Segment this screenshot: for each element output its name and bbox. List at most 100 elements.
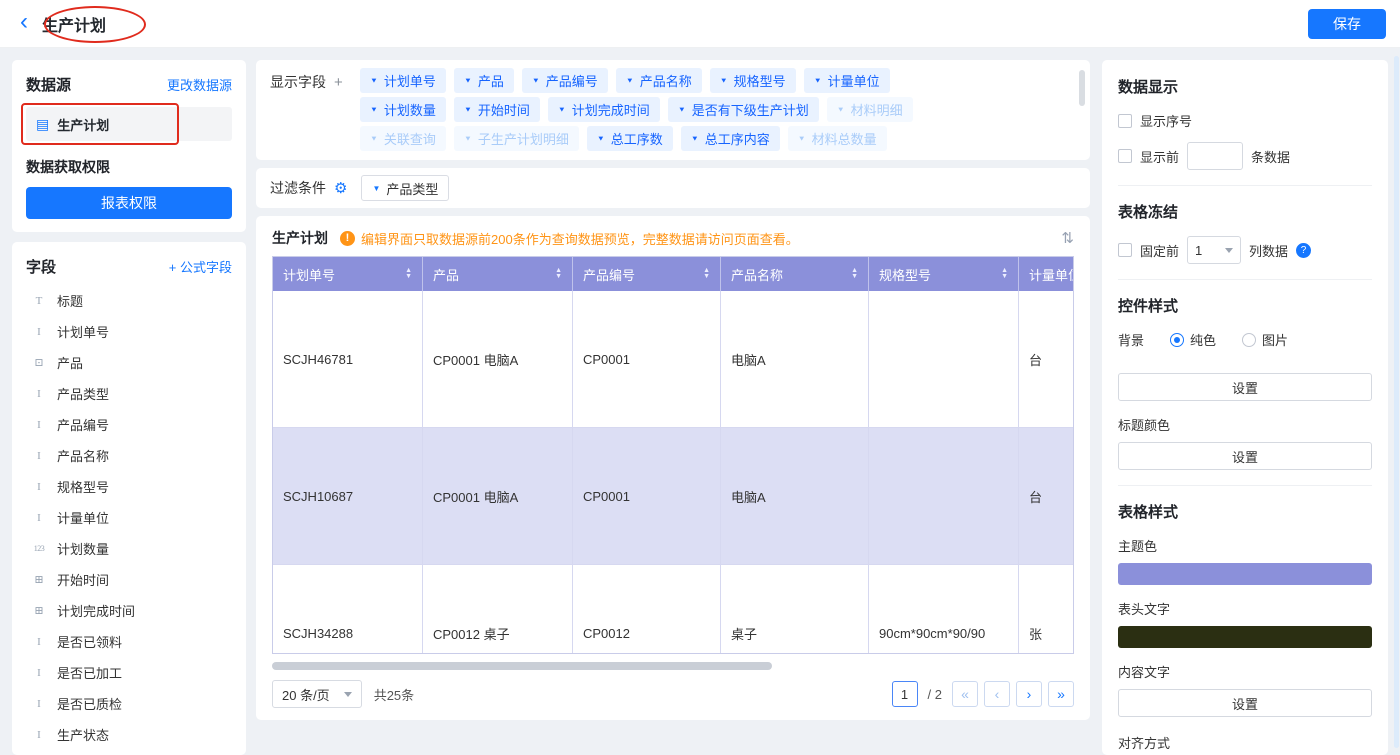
field-item-processed[interactable]: I是否已加工 [26, 657, 232, 688]
current-page-input[interactable]: 1 [892, 681, 918, 707]
filter-settings-gear-icon[interactable]: ⚙ [334, 179, 347, 197]
chip-product[interactable]: ▼产品 [454, 68, 514, 93]
image-radio[interactable] [1242, 333, 1256, 347]
next-page-button[interactable]: › [1016, 681, 1042, 707]
chevron-down-icon: ▼ [464, 77, 472, 85]
chip-label: 规格型号 [734, 71, 786, 90]
column-sort-icon: ▲▼ [405, 268, 412, 280]
divider [1118, 279, 1372, 280]
divider [1118, 485, 1372, 486]
freeze-columns-checkbox[interactable] [1118, 243, 1132, 257]
field-item-unit[interactable]: I计量单位 [26, 502, 232, 533]
field-type-icon: I [30, 481, 48, 493]
table-cell: 桌子 [721, 565, 869, 654]
header-text-color-swatch[interactable] [1118, 626, 1372, 648]
chip-has-sub-plan[interactable]: ▼是否有下级生产计划 [668, 97, 819, 122]
field-item-material-taken[interactable]: I是否已领料 [26, 626, 232, 657]
datasource-item[interactable]: ▤ 生产计划 [26, 107, 232, 141]
save-button[interactable]: 保存 [1308, 9, 1386, 39]
row-limit-input[interactable] [1187, 142, 1243, 170]
field-item-product-name[interactable]: I产品名称 [26, 440, 232, 471]
field-item-plan-qty[interactable]: 123计划数量 [26, 533, 232, 564]
chip-label: 计划数量 [384, 100, 436, 119]
add-formula-field-link[interactable]: + 公式字段 [169, 257, 232, 276]
show-index-checkbox[interactable] [1118, 114, 1132, 128]
chip-material-total[interactable]: ▼材料总数量 [788, 126, 887, 151]
table-header-row: 计划单号▲▼ 产品▲▼ 产品编号▲▼ 产品名称▲▼ 规格型号▲▼ 计量单位 [273, 257, 1073, 291]
solid-color-radio[interactable] [1170, 333, 1184, 347]
column-header-product-no[interactable]: 产品编号▲▼ [573, 257, 721, 291]
chip-product-name[interactable]: ▼产品名称 [616, 68, 702, 93]
chip-plan-no[interactable]: ▼计划单号 [360, 68, 446, 93]
table-cell: 台 [1019, 428, 1074, 565]
field-type-icon: I [30, 419, 48, 431]
content-text-set-button[interactable]: 设置 [1118, 689, 1372, 717]
field-label: 是否已加工 [57, 663, 122, 682]
field-label: 规格型号 [57, 477, 109, 496]
datasource-title: 数据源 [26, 74, 71, 95]
table-cell [869, 428, 1019, 565]
change-datasource-link[interactable]: 更改数据源 [167, 75, 232, 94]
add-display-field-button[interactable]: + [334, 74, 343, 91]
chip-spec[interactable]: ▼ 规格型号 [710, 68, 796, 93]
column-header-spec[interactable]: 规格型号▲▼ [869, 257, 1019, 291]
table-cell [869, 291, 1019, 428]
field-type-icon: I [30, 388, 48, 400]
chip-step-content[interactable]: ▼总工序内容 [681, 126, 780, 151]
field-item-start-time[interactable]: ⊞开始时间 [26, 564, 232, 595]
field-item-spec[interactable]: I 规格型号 [26, 471, 232, 502]
chevron-down-icon: ▼ [720, 77, 728, 85]
help-icon[interactable]: ? [1296, 243, 1311, 258]
field-item-plan-no[interactable]: I计划单号 [26, 316, 232, 347]
show-first-checkbox[interactable] [1118, 149, 1132, 163]
table-cell: 张 [1019, 565, 1074, 654]
chip-material-detail[interactable]: ▼材料明细 [827, 97, 913, 122]
chip-plan-qty[interactable]: ▼计划数量 [360, 97, 446, 122]
background-set-button[interactable]: 设置 [1118, 373, 1372, 401]
chips-scrollbar[interactable] [1079, 70, 1085, 106]
freeze-count-select[interactable]: 1 [1187, 236, 1241, 264]
field-item-finish-time[interactable]: ⊞计划完成时间 [26, 595, 232, 626]
column-header-unit[interactable]: 计量单位 [1019, 257, 1074, 291]
show-index-label: 显示序号 [1140, 111, 1192, 130]
page-scrollbar[interactable] [1394, 56, 1399, 748]
back-icon[interactable]: ‹ [20, 10, 28, 34]
report-permission-button[interactable]: 报表权限 [26, 187, 232, 219]
theme-color-swatch[interactable] [1118, 563, 1372, 585]
field-item-prod-status[interactable]: I生产状态 [26, 719, 232, 750]
title-color-set-button[interactable]: 设置 [1118, 442, 1372, 470]
field-item-product[interactable]: ⊡产品 [26, 347, 232, 378]
field-item-product-no[interactable]: I产品编号 [26, 409, 232, 440]
chip-finish-time[interactable]: ▼计划完成时间 [548, 97, 660, 122]
chip-unit[interactable]: ▼计量单位 [804, 68, 890, 93]
table-horizontal-scrollbar[interactable] [272, 662, 772, 670]
page-size-select[interactable]: 20 条/页 [272, 680, 362, 708]
chip-related-query[interactable]: ▼关联查询 [360, 126, 446, 151]
filter-chip-product-type[interactable]: ▼ 产品类型 [361, 175, 449, 201]
first-page-button[interactable]: « [952, 681, 978, 707]
field-label: 产品类型 [57, 384, 109, 403]
total-count: 共25条 [374, 685, 414, 704]
prev-page-button[interactable]: ‹ [984, 681, 1010, 707]
chip-sub-plan-detail[interactable]: ▼子生产计划明细 [454, 126, 579, 151]
field-item-product-type[interactable]: I 产品类型 [26, 378, 232, 409]
column-header-plan-no[interactable]: 计划单号▲▼ [273, 257, 423, 291]
chevron-down-icon [344, 692, 352, 697]
sort-icon[interactable]: ⇅ [1061, 229, 1074, 247]
chip-product-no[interactable]: ▼产品编号 [522, 68, 608, 93]
column-header-product[interactable]: 产品▲▼ [423, 257, 573, 291]
field-item-title[interactable]: T 标题 [26, 285, 232, 316]
field-label: 生产状态 [57, 725, 109, 744]
column-header-product-name[interactable]: 产品名称▲▼ [721, 257, 869, 291]
freeze-count-value: 1 [1195, 243, 1202, 258]
chip-label: 是否有下级生产计划 [692, 100, 809, 119]
datasource-item-label: 生产计划 [57, 115, 109, 134]
field-item-inspected[interactable]: I是否已质检 [26, 688, 232, 719]
preview-panel: 生产计划 ! 编辑界面只取数据源前200条作为查询数据预览，完整数据请访问页面查… [256, 216, 1090, 720]
column-label: 产品编号 [583, 265, 635, 284]
chip-start-time[interactable]: ▼开始时间 [454, 97, 540, 122]
field-label: 标题 [57, 291, 83, 310]
chip-total-steps[interactable]: ▼总工序数 [587, 126, 673, 151]
last-page-button[interactable]: » [1048, 681, 1074, 707]
field-type-icon: T [30, 295, 48, 307]
